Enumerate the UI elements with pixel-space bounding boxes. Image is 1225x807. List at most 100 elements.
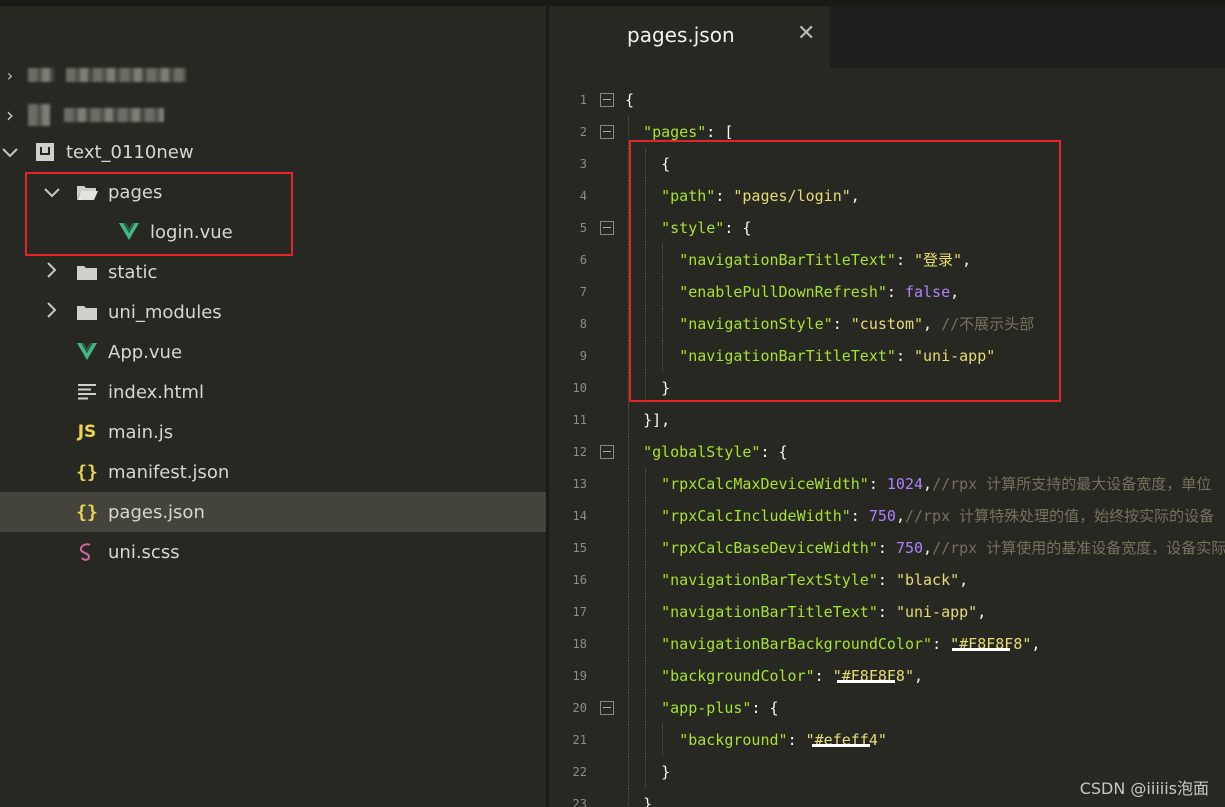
underline-marker [812, 744, 870, 747]
code-text: } [661, 763, 671, 781]
fold-toggle-icon[interactable] [600, 701, 614, 715]
tree-item-pages-json[interactable]: {} pages.json [0, 492, 546, 532]
line-number: 3 [579, 157, 587, 171]
line-number: 19 [572, 669, 587, 683]
fold-toggle-icon[interactable] [600, 125, 614, 139]
code-line[interactable]: 6 "navigationBarTitleText": "登录", [549, 244, 1225, 276]
code-line[interactable]: 17 "navigationBarTitleText": "uni-app", [549, 596, 1225, 628]
code-line[interactable]: 5 "style": { [549, 212, 1225, 244]
code-text: "rpxCalcIncludeWidth": 750,//rpx 计算特殊处理的… [661, 507, 1215, 525]
tree-item-label: text_0110new [66, 141, 194, 163]
tree-item-label: main.js [108, 421, 174, 443]
code-text: "path": "pages/login", [661, 187, 860, 205]
chevron-down-icon[interactable] [42, 183, 62, 202]
code-line[interactable]: 18 "navigationBarBackgroundColor": "#F8F… [549, 628, 1225, 660]
line-number: 23 [572, 797, 587, 807]
line-number: 18 [572, 637, 587, 651]
code-line[interactable]: 13 "rpxCalcMaxDeviceWidth": 1024,//rpx 计… [549, 468, 1225, 500]
code-line[interactable]: 20 "app-plus": { [549, 692, 1225, 724]
line-number: 5 [579, 221, 587, 235]
blurred-icon [28, 104, 50, 126]
vue-icon [116, 223, 142, 241]
code-text: "rpxCalcMaxDeviceWidth": 1024,//rpx 计算所支… [661, 475, 1212, 493]
line-number: 13 [572, 477, 587, 491]
line-number: 14 [572, 509, 587, 523]
code-line[interactable]: 4 "path": "pages/login", [549, 180, 1225, 212]
code-text: "navigationStyle": "custom", //不展示头部 [679, 315, 1035, 333]
line-number: 8 [579, 317, 587, 331]
tree-item-label: pages [108, 181, 163, 203]
line-number: 16 [572, 573, 587, 587]
tree-item-uni-scss[interactable]: uni.scss [0, 532, 546, 572]
code-line[interactable]: 15 "rpxCalcBaseDeviceWidth": 750,//rpx 计… [549, 532, 1225, 564]
code-line[interactable]: 11 }], [549, 404, 1225, 436]
fold-toggle-icon[interactable] [600, 221, 614, 235]
code-area[interactable]: 1{2 "pages": [3 {4 "path": "pages/login"… [549, 6, 1225, 807]
code-text: "navigationBarTextStyle": "black", [661, 571, 969, 589]
blurred-tree-item-1[interactable]: › [0, 55, 546, 95]
tree-item-label: login.vue [150, 221, 233, 243]
code-text: "navigationBarTitleText": "uni-app", [661, 603, 987, 621]
line-number: 4 [579, 189, 587, 203]
line-number: 9 [579, 349, 587, 363]
tree-item-manifest-json[interactable]: {} manifest.json [0, 452, 546, 492]
code-line[interactable]: 8 "navigationStyle": "custom", //不展示头部 [549, 308, 1225, 340]
tree-item-index-html[interactable]: index.html [0, 372, 546, 412]
code-line[interactable]: 12 "globalStyle": { [549, 436, 1225, 468]
line-number: 1 [579, 93, 587, 107]
tree-item-pages[interactable]: pages [0, 172, 546, 212]
project-explorer: › › text_0110newpages login.vue static uni_… [0, 0, 546, 807]
chevron-right-icon[interactable]: › [0, 66, 20, 85]
tree-item-main-js[interactable]: JS main.js [0, 412, 546, 452]
code-line[interactable]: 16 "navigationBarTextStyle": "black", [549, 564, 1225, 596]
code-text: { [625, 91, 635, 109]
code-line[interactable]: 3 { [549, 148, 1225, 180]
project-icon [32, 142, 58, 162]
folder-icon [74, 264, 100, 281]
code-line[interactable]: 19 "backgroundColor": "#F8F8F8", [549, 660, 1225, 692]
json-braces-icon: {} [76, 461, 98, 483]
code-line[interactable]: 10 } [549, 372, 1225, 404]
code-text: "rpxCalcBaseDeviceWidth": 750,//rpx 计算使用… [661, 539, 1225, 557]
line-number: 20 [572, 701, 587, 715]
chevron-right-icon[interactable] [42, 302, 62, 322]
code-text: "navigationBarTitleText": "登录", [679, 251, 972, 269]
tree-item-text-0110new[interactable]: text_0110new [0, 132, 546, 172]
code-text: } [661, 379, 671, 397]
line-number: 10 [572, 381, 587, 395]
js-icon: JS [77, 422, 97, 442]
line-number: 17 [572, 605, 587, 619]
code-line[interactable]: 1{ [549, 84, 1225, 116]
tree-item-label: manifest.json [108, 461, 230, 483]
code-text: "app-plus": { [661, 699, 779, 717]
chevron-right-icon[interactable]: › [0, 103, 20, 127]
chevron-down-icon[interactable] [0, 143, 20, 162]
line-number: 7 [579, 285, 587, 299]
tree-item-uni-modules[interactable]: uni_modules [0, 292, 546, 332]
line-number: 2 [579, 125, 587, 139]
tree-item-static[interactable]: static [0, 252, 546, 292]
watermark: CSDN @iiiiis泡面 [1079, 779, 1209, 798]
fold-toggle-icon[interactable] [600, 445, 614, 459]
line-number: 21 [572, 733, 587, 747]
code-text: "backgroundColor": "#F8F8F8", [661, 667, 924, 685]
line-number: 15 [572, 541, 587, 555]
code-line[interactable]: 7 "enablePullDownRefresh": false, [549, 276, 1225, 308]
tree-item-label: uni_modules [108, 301, 222, 323]
code-line[interactable]: 14 "rpxCalcIncludeWidth": 750,//rpx 计算特殊… [549, 500, 1225, 532]
code-text: "style": { [661, 219, 752, 237]
code-line[interactable]: 9 "navigationBarTitleText": "uni-app" [549, 340, 1225, 372]
tree-item-label: App.vue [108, 341, 183, 363]
code-line[interactable]: 2 "pages": [ [549, 116, 1225, 148]
code-line[interactable]: 21 "background": "#efeff4" [549, 724, 1225, 756]
json-braces-icon: {} [76, 501, 98, 523]
underline-marker [837, 680, 895, 683]
code-editor[interactable]: pages.json ✕ 1{2 "pages": [3 {4 "path": … [549, 0, 1225, 807]
blurred-icon [28, 68, 54, 82]
html-lines-icon [74, 384, 100, 400]
chevron-right-icon[interactable] [42, 262, 62, 282]
blurred-tree-item-2[interactable]: › [0, 95, 546, 135]
fold-toggle-icon[interactable] [600, 93, 614, 107]
tree-item-app-vue[interactable]: App.vue [0, 332, 546, 372]
tree-item-login-vue[interactable]: login.vue [0, 212, 546, 252]
